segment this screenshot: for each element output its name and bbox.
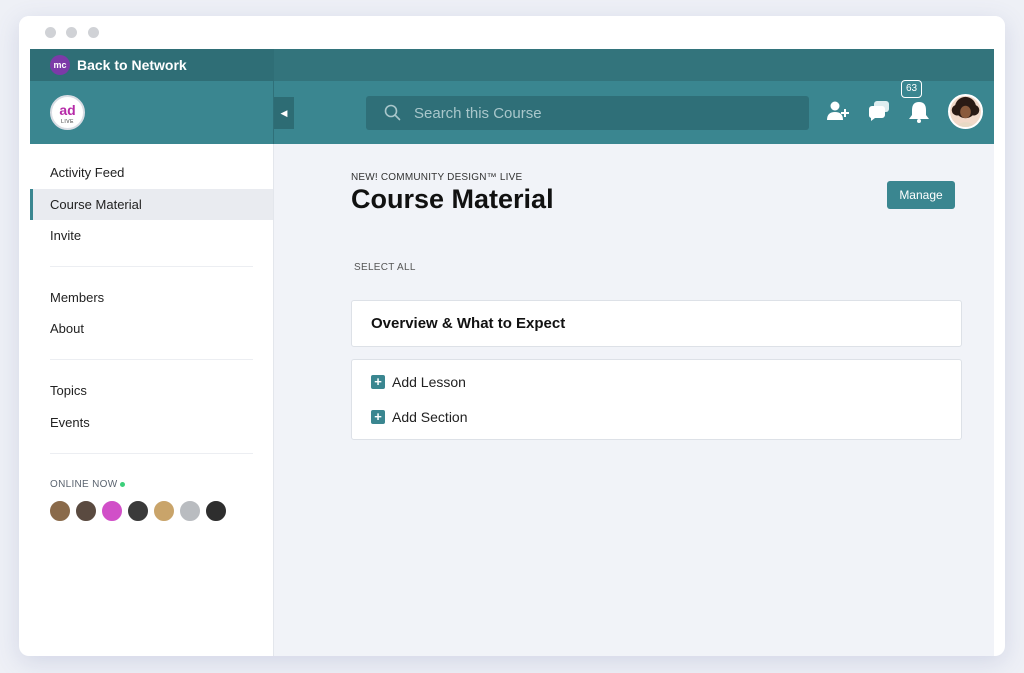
sidebar-divider — [50, 453, 253, 454]
search-input[interactable] — [414, 96, 794, 130]
add-section-label: Add Section — [392, 409, 468, 425]
sidebar-item-course-material[interactable]: Course Material — [30, 189, 273, 220]
course-header: ad LIVE ◀ Search this Course 63 — [30, 80, 994, 144]
add-member-icon[interactable] — [825, 98, 851, 124]
manage-button[interactable]: Manage — [887, 181, 955, 209]
search-icon — [384, 104, 401, 121]
plus-icon: + — [371, 410, 385, 424]
page-title: Course Material — [351, 184, 554, 214]
window-minimize-dot[interactable] — [66, 27, 77, 38]
course-header-left: ad LIVE — [30, 81, 274, 144]
online-member-avatar[interactable] — [49, 500, 71, 522]
sidebar: Activity Feed Course Material Invite Mem… — [30, 144, 274, 656]
course-logo[interactable]: ad LIVE — [50, 95, 85, 130]
online-now-label: ONLINE NOW — [50, 479, 126, 490]
window-chrome — [19, 16, 1005, 49]
online-member-avatar[interactable] — [101, 500, 123, 522]
sidebar-item-topics[interactable]: Topics — [30, 375, 273, 406]
network-bar: mc Back to Network — [30, 49, 994, 81]
section-card[interactable]: Overview & What to Expect — [351, 300, 962, 347]
online-member-avatar[interactable] — [127, 500, 149, 522]
section-title: Overview & What to Expect — [371, 315, 566, 332]
sidebar-item-about[interactable]: About — [30, 313, 273, 344]
course-search[interactable] — [366, 96, 809, 130]
network-logo: mc — [50, 55, 70, 75]
sidebar-collapse-button[interactable]: ◀ — [274, 97, 294, 129]
sidebar-item-members[interactable]: Members — [30, 282, 273, 313]
online-status-dot — [120, 481, 126, 487]
sidebar-divider — [50, 359, 253, 360]
sidebar-item-activity-feed[interactable]: Activity Feed — [30, 157, 273, 188]
user-avatar-image — [951, 96, 980, 127]
user-avatar[interactable] — [948, 94, 983, 129]
online-member-avatar[interactable] — [153, 500, 175, 522]
sidebar-item-invite[interactable]: Invite — [30, 220, 273, 251]
main-content: NEW! COMMUNITY DESIGN™ LIVE Course Mater… — [274, 144, 994, 656]
app-shell: mc Back to Network ad LIVE ◀ Search this… — [30, 49, 994, 656]
course-logo-subtext: LIVE — [61, 119, 74, 125]
add-content-card: + Add Lesson + Add Section — [351, 359, 962, 440]
window-close-dot[interactable] — [45, 27, 56, 38]
sidebar-divider — [50, 266, 253, 267]
plus-icon: + — [371, 375, 385, 389]
bell-icon[interactable] — [906, 98, 932, 124]
online-member-avatar[interactable] — [75, 500, 97, 522]
browser-window: mc Back to Network ad LIVE ◀ Search this… — [19, 16, 1005, 656]
sidebar-item-events[interactable]: Events — [30, 407, 273, 438]
add-lesson-label: Add Lesson — [392, 374, 466, 390]
online-now-text: ONLINE NOW — [50, 479, 118, 490]
chat-icon[interactable] — [866, 98, 892, 124]
select-all-link[interactable]: SELECT ALL — [354, 262, 416, 273]
online-member-avatar[interactable] — [179, 500, 201, 522]
online-member-avatar[interactable] — [205, 500, 227, 522]
notification-badge: 63 — [901, 80, 922, 98]
chevron-left-icon: ◀ — [280, 108, 288, 118]
course-logo-text: ad — [59, 102, 76, 118]
back-to-network-link[interactable]: Back to Network — [77, 49, 187, 81]
course-name-eyebrow: NEW! COMMUNITY DESIGN™ LIVE — [351, 172, 523, 183]
window-maximize-dot[interactable] — [88, 27, 99, 38]
